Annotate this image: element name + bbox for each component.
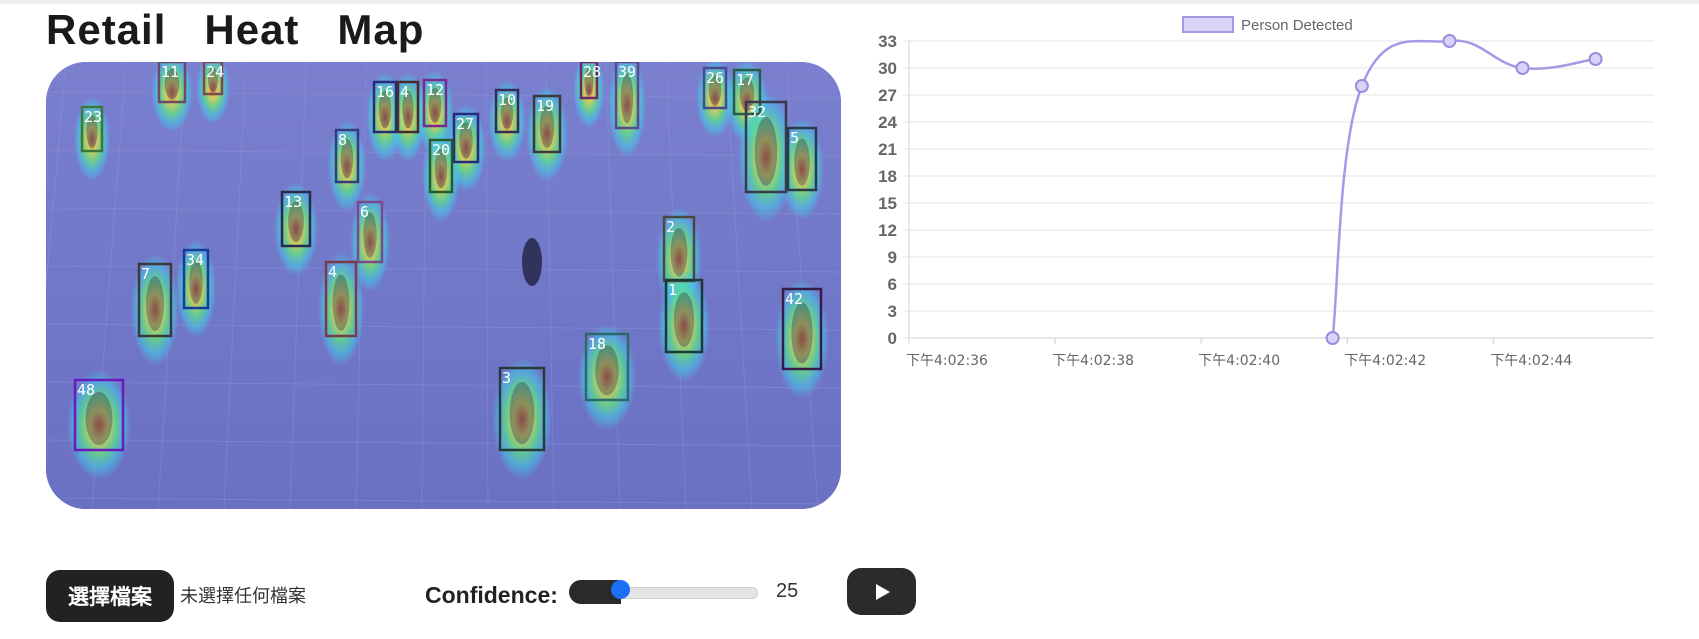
y-tick-label: 0 bbox=[888, 329, 897, 348]
data-point bbox=[1325, 331, 1340, 345]
person-silhouette bbox=[754, 117, 778, 186]
track-id-label: 4 bbox=[328, 263, 337, 281]
track-id-label: 5 bbox=[790, 129, 799, 147]
track-id-label: 19 bbox=[536, 97, 554, 115]
data-point bbox=[1515, 61, 1530, 75]
track-id-label: 17 bbox=[736, 71, 754, 89]
x-tick-label: 下午4:02:42 bbox=[1344, 353, 1426, 369]
y-tick-label: 3 bbox=[888, 302, 897, 321]
track-id-label: 20 bbox=[432, 141, 450, 159]
track-id-label: 2 bbox=[666, 218, 675, 236]
x-tick-label: 下午4:02:36 bbox=[906, 353, 988, 369]
person-silhouette bbox=[85, 391, 113, 446]
track-id-label: 8 bbox=[338, 131, 347, 149]
track-id-label: 48 bbox=[77, 381, 95, 399]
play-icon bbox=[875, 583, 890, 600]
chart-legend: Person Detected bbox=[1182, 16, 1353, 34]
track-id-label: 10 bbox=[498, 91, 516, 109]
data-point bbox=[1354, 79, 1369, 93]
x-tick-label: 下午4:02:38 bbox=[1052, 353, 1134, 369]
y-axis-ticks: 0 3 6 9 12 15 18 21 24 27 30 33 bbox=[878, 32, 897, 348]
person-silhouette bbox=[509, 381, 535, 445]
track-id-label: 7 bbox=[141, 265, 150, 283]
y-tick-label: 9 bbox=[888, 248, 897, 267]
page-title: Retail Heat Map bbox=[46, 6, 425, 53]
person-count-chart: 0 3 6 9 12 15 18 21 24 27 30 33 下午4:02:36 下午4:02:38 下… bbox=[860, 8, 1660, 408]
x-axis-ticks: 下午4:02:36 下午4:02:38 下午4:02:40 下午4:02:42 下午4:… bbox=[906, 338, 1572, 369]
x-tick-label: 下午4:02:40 bbox=[1198, 353, 1280, 369]
track-id-label: 26 bbox=[706, 69, 724, 87]
track-id-label: 11 bbox=[161, 63, 179, 81]
file-status-text: 未選擇任何檔案 bbox=[180, 586, 306, 607]
y-tick-label: 24 bbox=[878, 113, 897, 132]
x-tick-label: 下午4:02:44 bbox=[1490, 353, 1572, 369]
track-id-label: 27 bbox=[456, 115, 474, 133]
play-button[interactable] bbox=[847, 568, 916, 615]
person-silhouette bbox=[146, 276, 164, 331]
legend-swatch bbox=[1182, 16, 1234, 33]
track-id-label: 24 bbox=[206, 63, 224, 81]
track-id-label: 42 bbox=[785, 290, 803, 308]
track-id-label: 12 bbox=[426, 81, 444, 99]
y-tick-label: 12 bbox=[878, 221, 897, 240]
track-id-label: 16 bbox=[376, 83, 394, 101]
y-tick-label: 27 bbox=[878, 86, 897, 105]
chart-canvas: 03691215182124273033 下午4:02:36 下午4:02:38 下… bbox=[878, 16, 1654, 369]
person-silhouette bbox=[522, 238, 542, 286]
confidence-slider-thumb[interactable] bbox=[611, 580, 630, 599]
person-silhouette bbox=[791, 302, 813, 364]
person-silhouette bbox=[673, 292, 695, 347]
y-tick-label: 33 bbox=[878, 32, 897, 51]
confidence-label: Confidence: bbox=[425, 582, 558, 608]
track-id-label: 32 bbox=[748, 103, 766, 121]
track-id-label: 28 bbox=[583, 63, 601, 81]
track-id-label: 23 bbox=[84, 108, 102, 126]
chart-grid bbox=[903, 40, 1654, 339]
track-id-label: 39 bbox=[618, 63, 636, 81]
legend-label: Person Detected bbox=[1241, 17, 1353, 34]
track-id-label: 3 bbox=[502, 369, 511, 387]
person-silhouette bbox=[332, 274, 350, 331]
y-tick-label: 30 bbox=[878, 59, 897, 78]
series-person-detected bbox=[1325, 34, 1603, 345]
track-id-label: 13 bbox=[284, 193, 302, 211]
track-id-label: 4 bbox=[400, 83, 409, 101]
series-line bbox=[1331, 39, 1596, 339]
choose-file-button[interactable]: 選擇檔案 bbox=[46, 570, 174, 622]
y-tick-label: 15 bbox=[878, 194, 897, 213]
track-id-label: 34 bbox=[186, 251, 204, 269]
track-id-label: 6 bbox=[360, 203, 369, 221]
controls-bar: 選擇檔案 未選擇任何檔案 Confidence: 25 bbox=[0, 560, 1699, 630]
heatmap-canvas: 11 24 28 39 26 172316 4 1210 1927328201367344218… bbox=[46, 62, 841, 509]
heatmap-video-frame: 11 24 28 39 26 17 23 16 4 12 10 19 27 32 8 20 13 6 7 34 4 2 18… bbox=[46, 62, 841, 509]
data-point bbox=[1588, 52, 1603, 66]
y-tick-label: 21 bbox=[878, 140, 897, 159]
data-point bbox=[1442, 34, 1457, 48]
y-tick-label: 18 bbox=[878, 167, 897, 186]
track-id-label: 1 bbox=[668, 281, 677, 299]
confidence-value: 25 bbox=[776, 580, 799, 602]
y-tick-label: 6 bbox=[888, 275, 897, 294]
top-bar bbox=[0, 0, 1699, 4]
track-id-label: 18 bbox=[588, 335, 606, 353]
